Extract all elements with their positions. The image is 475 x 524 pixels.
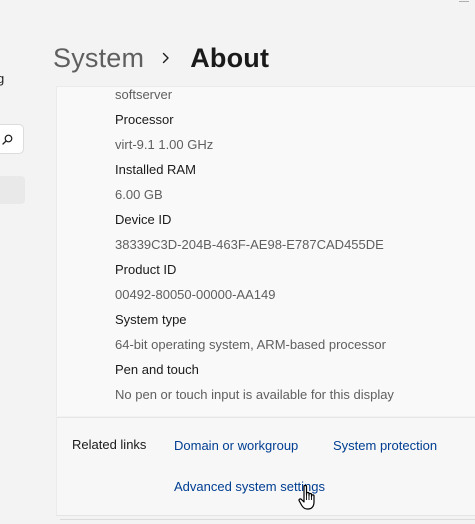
spec-label-installed-ram: Installed RAM — [115, 162, 196, 177]
related-links-title: Related links — [72, 437, 147, 452]
settings-window: g System About softserver Processor virt… — [0, 0, 475, 524]
device-specifications-card: softserver Processor virt-9.1 1.00 GHz I… — [56, 86, 475, 416]
spec-value-device-id: 38339C3D-204B-463F-AE98-E787CAD455DE — [115, 237, 384, 252]
spec-value-installed-ram: 6.00 GB — [115, 187, 163, 202]
spec-value-device-name: softserver — [115, 87, 173, 102]
divider — [60, 519, 475, 520]
spec-label-system-type: System type — [115, 312, 187, 327]
system-protection-link[interactable]: System protection — [333, 438, 437, 453]
related-links-section: Related links Domain or workgroup System… — [56, 417, 475, 516]
sidebar-search-box[interactable] — [0, 124, 24, 154]
sidebar-selected-item[interactable] — [0, 176, 25, 204]
breadcrumb-system[interactable]: System — [53, 43, 144, 74]
spec-label-pen-and-touch: Pen and touch — [115, 362, 199, 377]
spec-value-pen-and-touch: No pen or touch input is available for t… — [115, 387, 394, 402]
spec-value-processor: virt-9.1 1.00 GHz — [115, 137, 214, 152]
sidebar-partial-label: g — [0, 71, 5, 86]
spec-value-product-id: 00492-80050-00000-AA149 — [115, 287, 276, 302]
sidebar: g — [0, 0, 30, 524]
breadcrumb: System About — [53, 38, 269, 78]
page-title: About — [190, 42, 270, 73]
hand-pointer-cursor-icon — [298, 484, 315, 510]
spec-label-processor: Processor — [115, 112, 174, 127]
spec-value-system-type: 64-bit operating system, ARM-based proce… — [115, 337, 386, 352]
search-icon — [2, 134, 13, 145]
domain-or-workgroup-link[interactable]: Domain or workgroup — [174, 438, 298, 453]
chevron-right-icon — [162, 52, 170, 64]
spec-label-device-id: Device ID — [115, 212, 172, 227]
minimize-button-edge[interactable] — [459, 0, 469, 2]
spec-label-product-id: Product ID — [115, 262, 177, 277]
